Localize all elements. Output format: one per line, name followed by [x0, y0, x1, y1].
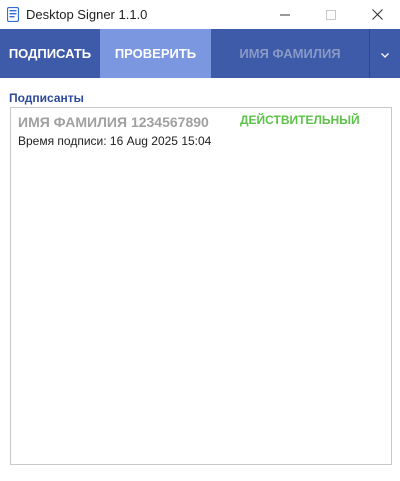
tab-sign[interactable]: ПОДПИСАТЬ [0, 29, 100, 78]
chevron-down-icon [381, 46, 389, 61]
signer-name: ИМЯ ФАМИЛИЯ 1234567890 [18, 114, 209, 130]
signers-heading: Подписанты [9, 91, 84, 105]
window-title: Desktop Signer 1.1.0 [26, 7, 148, 22]
title-bar[interactable]: Desktop Signer 1.1.0 [0, 0, 400, 29]
status-badge: ДЕЙСТВИТЕЛЬНЫЙ [240, 113, 360, 127]
signers-list[interactable]: ИМЯ ФАМИЛИЯ 1234567890 ДЕЙСТВИТЕЛЬНЫЙ Вр… [10, 107, 392, 465]
tab-bar: ПОДПИСАТЬ ПРОВЕРИТЬ ИМЯ ФАМИЛИЯ [0, 29, 400, 78]
user-dropdown-button[interactable] [369, 29, 400, 78]
app-window: Desktop Signer 1.1.0 ПОДПИСАТЬ ПРОВЕРИТЬ… [0, 0, 400, 481]
minimize-icon [280, 10, 290, 20]
tab-user-name[interactable]: ИМЯ ФАМИЛИЯ [211, 29, 369, 78]
minimize-button[interactable] [262, 0, 308, 29]
maximize-icon [326, 9, 336, 20]
tab-verify[interactable]: ПРОВЕРИТЬ [100, 29, 211, 78]
maximize-button[interactable] [308, 0, 354, 29]
close-icon [371, 9, 383, 20]
close-button[interactable] [354, 0, 400, 29]
signing-time: Время подписи: 16 Aug 2025 15:04 [18, 134, 212, 148]
document-icon [6, 6, 20, 23]
